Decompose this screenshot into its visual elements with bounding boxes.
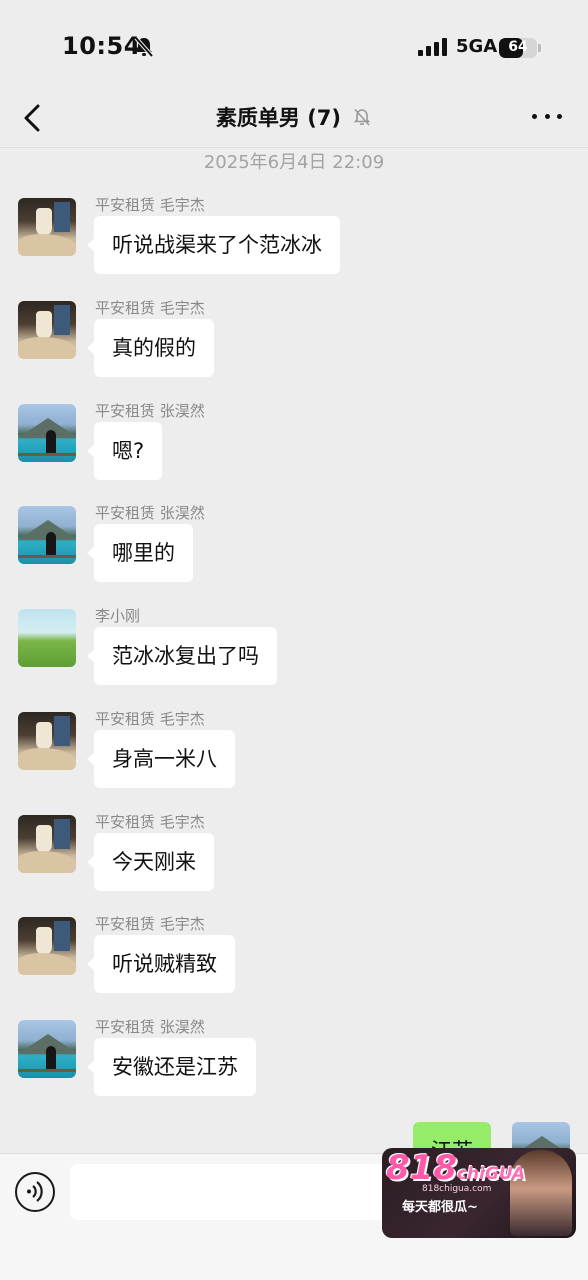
promo-watermark[interactable]: 818chiGUA 818chigua.com 每天都很瓜~ [382, 1148, 576, 1238]
sender-name: 平安租赁 张淏然 [95, 402, 205, 420]
sender-name: 李小刚 [95, 607, 141, 625]
message-row: 平安租赁 张淏然 安徽还是江苏 [0, 1016, 588, 1112]
sender-name: 平安租赁 毛宇杰 [95, 710, 205, 728]
more-options-button[interactable] [532, 104, 562, 128]
promo-slogan: 每天都很瓜~ [402, 1200, 478, 1215]
message-bubble[interactable]: 听说战渠来了个范冰冰 [87, 216, 340, 274]
promo-site: 818chigua.com [422, 1184, 492, 1194]
message-row: 平安租赁 毛宇杰 听说贼精致 [0, 913, 588, 1009]
promo-logo-number: 818 [386, 1148, 457, 1188]
promo-logo-text: chiGUA [456, 1164, 526, 1184]
sender-name: 平安租赁 毛宇杰 [95, 196, 205, 214]
battery-tip [538, 44, 541, 52]
message-row: 李小刚 范冰冰复出了吗 [0, 605, 588, 701]
avatar[interactable] [18, 301, 76, 359]
chat-messages[interactable]: 2025年6月4日 22:09 平安租赁 毛宇杰 听说战渠来了个范冰冰 平安租赁… [0, 148, 588, 1153]
sender-name: 平安租赁 毛宇杰 [95, 813, 205, 831]
avatar[interactable] [18, 198, 76, 256]
message-bubble[interactable]: 嗯? [86, 422, 163, 480]
bell-off-icon [134, 36, 154, 58]
mute-bell-icon [353, 108, 371, 126]
signal-icon [418, 38, 447, 56]
status-bar: 10:54 5GA 64 [0, 0, 588, 92]
sender-name: 平安租赁 毛宇杰 [95, 915, 205, 933]
message-bubble[interactable]: 安徽还是江苏 [87, 1038, 256, 1096]
network-label: 5GA [456, 36, 498, 57]
message-row: 平安租赁 毛宇杰 真的假的 [0, 297, 588, 393]
message-bubble[interactable]: 身高一米八 [87, 730, 235, 788]
avatar[interactable] [18, 712, 76, 770]
avatar[interactable] [18, 1020, 76, 1078]
avatar[interactable] [18, 815, 76, 873]
avatar[interactable] [18, 506, 76, 564]
sender-name: 平安租赁 张淏然 [95, 504, 205, 522]
avatar[interactable] [18, 917, 76, 975]
message-timestamp: 2025年6月4日 22:09 [203, 152, 385, 173]
promo-logo: 818chiGUA [386, 1148, 525, 1188]
status-time: 10:54 [62, 32, 141, 60]
chat-header: 素质单男 (7) [0, 92, 588, 148]
avatar[interactable] [18, 404, 76, 462]
message-row: 平安租赁 张淏然 哪里的 [0, 502, 588, 598]
sender-name: 平安租赁 张淏然 [95, 1018, 205, 1036]
message-bubble[interactable]: 今天刚来 [87, 833, 214, 891]
battery-level: 64 [508, 39, 528, 55]
avatar[interactable] [18, 609, 76, 667]
message-row: 平安租赁 张淏然 嗯? [0, 400, 588, 496]
message-bubble[interactable]: 真的假的 [87, 319, 214, 377]
chat-title-wrap: 素质单男 (7) [0, 102, 588, 132]
battery-icon: 64 [499, 38, 537, 58]
sender-name: 平安租赁 毛宇杰 [95, 299, 205, 317]
chat-title: 素质单男 (7) [215, 106, 342, 130]
message-row: 平安租赁 毛宇杰 听说战渠来了个范冰冰 [0, 194, 588, 290]
message-bubble[interactable]: 哪里的 [87, 524, 193, 582]
message-row: 平安租赁 毛宇杰 今天刚来 [0, 811, 588, 907]
voice-input-button[interactable] [15, 1172, 55, 1212]
message-row: 平安租赁 毛宇杰 身高一米八 [0, 708, 588, 804]
voice-icon [27, 1181, 43, 1202]
message-bubble[interactable]: 听说贼精致 [87, 935, 235, 993]
message-bubble[interactable]: 范冰冰复出了吗 [87, 627, 277, 685]
